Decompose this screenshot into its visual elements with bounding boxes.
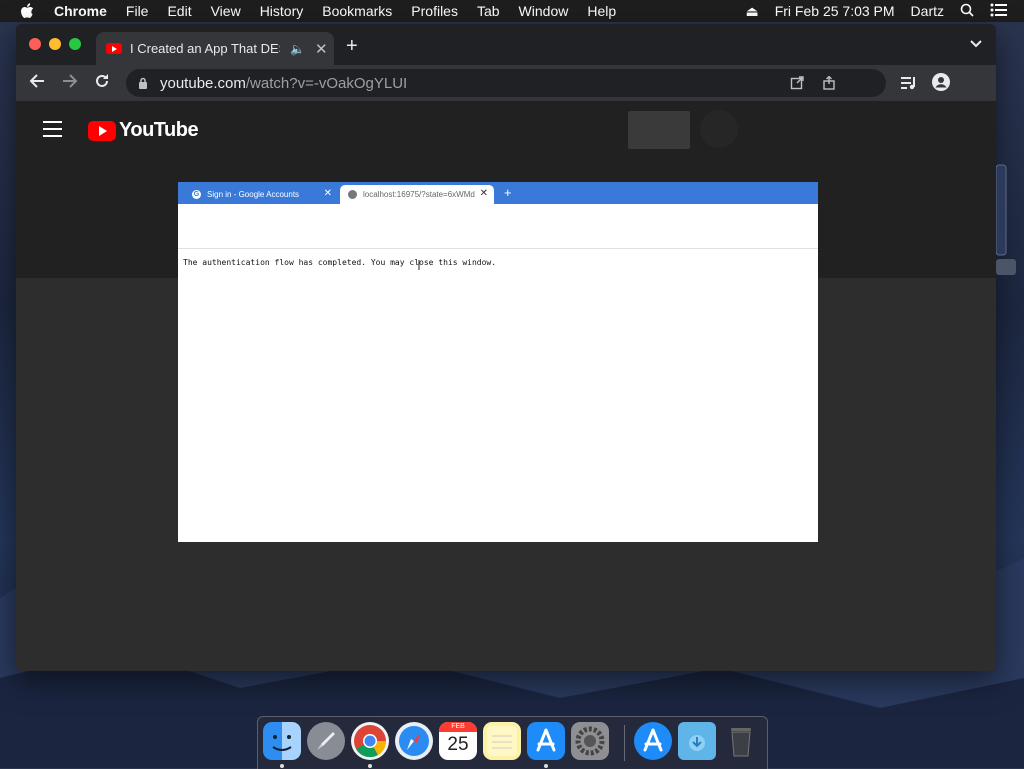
tab-strip: I Created an App That DES 🔈 ✕ + (16, 24, 996, 65)
reload-icon[interactable] (93, 72, 111, 95)
menu-history[interactable]: History (260, 3, 304, 19)
menu-app-name[interactable]: Chrome (54, 3, 107, 19)
app-store-running-indicator (544, 764, 548, 768)
dock-separator (624, 725, 625, 761)
menu-window[interactable]: Window (519, 3, 569, 19)
loading-placeholder-avatar (700, 110, 738, 148)
youtube-favicon-icon (106, 43, 122, 54)
address-bar[interactable]: youtube.com/watch?v=-vOakOgYLUI (126, 69, 886, 97)
url-host: youtube.com (160, 74, 246, 92)
tab-search-chevron-icon[interactable] (970, 37, 982, 51)
app-store-icon[interactable] (527, 722, 565, 760)
eject-icon[interactable]: ⏏ (745, 3, 758, 20)
menu-edit[interactable]: Edit (167, 3, 191, 19)
background-window-edge (996, 164, 1016, 275)
youtube-play-logo-icon (88, 120, 116, 141)
open-in-window-icon[interactable] (790, 69, 804, 97)
launchpad-icon[interactable] (307, 722, 345, 760)
dock: FEB 25 (257, 716, 768, 769)
app-store-downloads-icon[interactable] (634, 722, 672, 760)
globe-favicon-icon (348, 190, 357, 199)
menu-file[interactable]: File (126, 3, 149, 19)
safari-icon[interactable] (395, 722, 433, 760)
youtube-page: YouTube G Sign in - Google Accounts ✕ lo… (16, 101, 996, 671)
youtube-logo[interactable]: YouTube (88, 119, 199, 142)
menubar-user[interactable]: Dartz (911, 3, 944, 19)
video-tab-localhost: localhost:16975/?state=6xWMd ✕ (340, 185, 494, 204)
spotlight-search-icon[interactable] (960, 3, 974, 20)
hamburger-menu-icon[interactable] (43, 121, 62, 142)
finder-running-indicator (280, 764, 284, 768)
mac-menu-bar: Chrome File Edit View History Bookmarks … (0, 0, 1024, 22)
chrome-running-indicator (368, 764, 372, 768)
lock-icon[interactable] (138, 77, 148, 89)
video-browser-toolbar (178, 204, 818, 249)
video-tab1-close-icon: ✕ (323, 188, 332, 199)
downloads-folder-icon[interactable] (678, 722, 716, 760)
share-icon[interactable] (822, 69, 836, 97)
menu-tab[interactable]: Tab (477, 3, 500, 19)
menubar-clock[interactable]: Fri Feb 25 7:03 PM (775, 3, 895, 19)
minimize-window-button[interactable] (49, 38, 61, 50)
notes-icon[interactable] (483, 722, 521, 760)
calendar-icon[interactable]: FEB 25 (439, 722, 477, 760)
video-new-tab-icon: + (504, 185, 512, 200)
auth-complete-message: The authentication flow has completed. Y… (183, 258, 497, 267)
forward-arrow-icon[interactable] (61, 72, 79, 95)
youtube-logo-text: YouTube (119, 119, 199, 141)
video-tab1-title: Sign in - Google Accounts (207, 190, 300, 199)
calendar-month: FEB (439, 722, 477, 732)
video-tab2-title: localhost:16975/?state=6xWMd (363, 190, 475, 199)
audio-playing-icon[interactable]: 🔈 (290, 42, 305, 56)
url-path: /watch?v=-vOakOgYLUI (245, 74, 408, 92)
tab-youtube-video[interactable]: I Created an App That DES 🔈 ✕ (96, 32, 334, 65)
menu-view[interactable]: View (211, 3, 241, 19)
back-arrow-icon[interactable] (28, 72, 46, 95)
menu-profiles[interactable]: Profiles (411, 3, 458, 19)
new-tab-button[interactable]: + (346, 35, 358, 58)
video-tab2-close-icon: ✕ (479, 188, 488, 199)
calendar-day: 25 (447, 734, 469, 755)
profile-avatar-icon[interactable] (932, 73, 950, 96)
browser-toolbar: youtube.com/watch?v=-vOakOgYLUI (16, 65, 996, 101)
loading-placeholder-box (628, 111, 690, 149)
menubar-status-area: ⏏ Fri Feb 25 7:03 PM Dartz (745, 0, 1024, 22)
video-browser-tabbar: G Sign in - Google Accounts ✕ localhost:… (178, 182, 818, 204)
chrome-icon[interactable] (351, 722, 389, 760)
text-cursor-icon (418, 260, 420, 270)
trash-icon[interactable] (722, 722, 760, 760)
tab-title: I Created an App That DES (130, 41, 280, 56)
apple-icon[interactable] (20, 3, 38, 19)
fullscreen-window-button[interactable] (69, 38, 81, 50)
menu-bookmarks[interactable]: Bookmarks (322, 3, 392, 19)
video-frame[interactable]: G Sign in - Google Accounts ✕ localhost:… (178, 182, 818, 542)
menu-help[interactable]: Help (587, 3, 616, 19)
chrome-window: I Created an App That DES 🔈 ✕ + youtube.… (16, 24, 996, 671)
close-window-button[interactable] (29, 38, 41, 50)
control-center-icon[interactable] (990, 3, 1008, 20)
system-preferences-icon[interactable] (571, 722, 609, 760)
google-favicon-icon: G (192, 190, 201, 199)
video-tab-google-signin: G Sign in - Google Accounts ✕ (184, 185, 338, 204)
close-tab-icon[interactable]: ✕ (315, 40, 328, 58)
finder-icon[interactable] (263, 722, 301, 760)
media-control-icon[interactable] (901, 74, 917, 95)
